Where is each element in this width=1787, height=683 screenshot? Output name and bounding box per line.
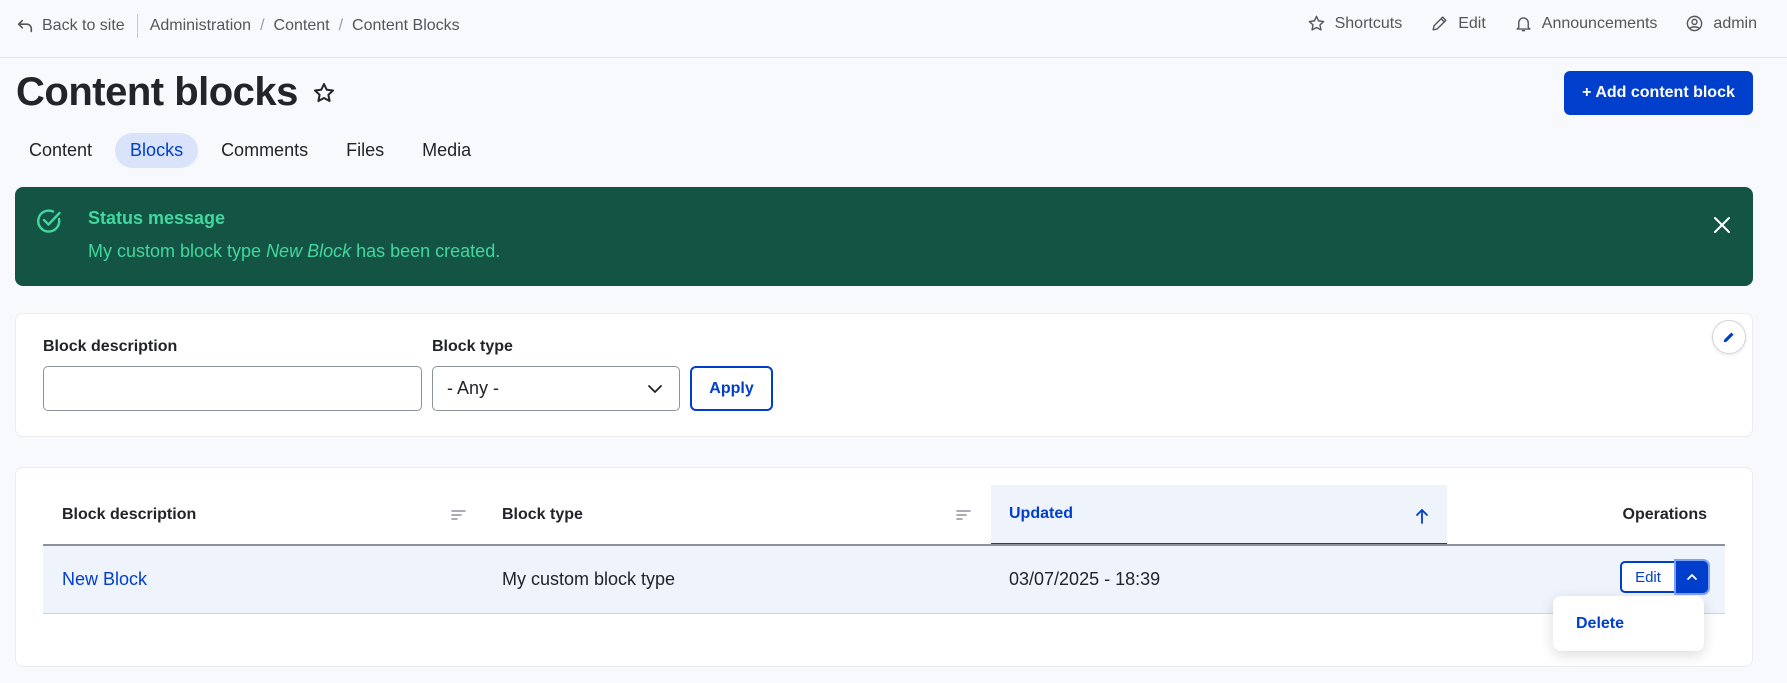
content-blocks-table: Block description Block type Updated Ope… — [15, 467, 1753, 667]
operations-dropbutton: Edit — [1620, 561, 1708, 593]
column-header-operations: Operations — [1616, 485, 1725, 544]
arrow-up-icon — [1416, 509, 1428, 524]
delete-menu-item[interactable]: Delete — [1576, 615, 1624, 633]
tab-blocks[interactable]: Blocks — [115, 133, 199, 168]
column-header-type[interactable]: Block type — [502, 485, 922, 544]
column-header-description-label: Block description — [62, 505, 197, 523]
user-circle-icon — [1687, 15, 1703, 32]
tab-content[interactable]: Content — [14, 133, 107, 168]
pencil-icon — [1723, 332, 1734, 343]
toolbar-actions: Shortcuts Edit Announcements admin — [1307, 14, 1757, 33]
column-header-updated-label: Updated — [1009, 505, 1073, 522]
operations-dropdown: Delete — [1553, 596, 1704, 651]
check-circle-icon — [37, 209, 61, 233]
status-text-emphasis: New Block — [266, 241, 352, 261]
apply-button[interactable]: Apply — [690, 366, 773, 411]
breadcrumb-content-blocks: Content Blocks — [352, 17, 460, 34]
column-header-type-label: Block type — [502, 505, 583, 523]
filter-form: Block description Block type - Any - App… — [15, 313, 1753, 437]
shortcuts-label: Shortcuts — [1334, 14, 1403, 32]
page-title: Content blocks — [16, 70, 336, 115]
user-menu-button[interactable]: admin — [1685, 14, 1757, 33]
status-message: Status message My custom block type New … — [15, 187, 1753, 286]
edit-label: Edit — [1458, 14, 1486, 32]
operations-toggle-button[interactable] — [1676, 561, 1708, 593]
announcements-label: Announcements — [1541, 14, 1658, 32]
tab-files[interactable]: Files — [331, 133, 399, 168]
block-description-label: Block description — [43, 338, 178, 355]
edit-mode-button[interactable]: Edit — [1430, 14, 1486, 33]
announcements-button[interactable]: Announcements — [1514, 14, 1658, 33]
tab-media[interactable]: Media — [407, 133, 486, 168]
block-description-input[interactable] — [43, 366, 422, 411]
page-title-text: Content blocks — [16, 70, 298, 114]
status-text-after: has been created. — [351, 241, 501, 261]
chevron-down-icon — [648, 385, 662, 393]
tab-comments[interactable]: Comments — [206, 133, 323, 168]
status-title: Status message — [88, 208, 226, 228]
breadcrumb-bar: Back to site Administration / Content / … — [16, 14, 460, 38]
breadcrumb-content[interactable]: Content — [274, 17, 330, 35]
row-description-link[interactable]: New Block — [62, 569, 147, 590]
breadcrumb-separator: / — [260, 17, 265, 34]
sort-lines-icon — [451, 510, 466, 520]
status-text-before: My custom block type — [88, 241, 267, 261]
breadcrumb-separator: / — [338, 17, 344, 34]
pencil-icon — [1432, 16, 1447, 31]
status-text: My custom block type New Block has been … — [88, 241, 500, 262]
table-row: New Block My custom block type 03/07/202… — [43, 546, 1725, 614]
chevron-up-icon — [1687, 574, 1697, 580]
star-icon — [1308, 15, 1324, 31]
block-type-label: Block type — [432, 338, 513, 355]
column-header-updated[interactable]: Updated — [991, 485, 1447, 546]
row-updated: 03/07/2025 - 18:39 — [1009, 569, 1161, 589]
shortcuts-button[interactable]: Shortcuts — [1307, 14, 1403, 33]
block-type-select[interactable]: - Any - — [432, 366, 680, 411]
add-content-block-button[interactable]: + Add content block — [1564, 71, 1753, 115]
star-icon[interactable] — [312, 81, 336, 105]
back-to-site-label: Back to site — [42, 17, 125, 34]
back-to-site-link[interactable]: Back to site — [16, 14, 138, 38]
primary-tabs: Content Blocks Comments Files Media — [14, 133, 486, 168]
block-type-selected: - Any - — [447, 378, 500, 398]
bell-icon — [1516, 17, 1531, 32]
sort-lines-icon — [956, 510, 971, 520]
close-icon[interactable] — [1713, 216, 1731, 234]
column-header-description[interactable]: Block description — [62, 485, 482, 544]
breadcrumb-administration[interactable]: Administration — [150, 17, 251, 35]
column-header-operations-label: Operations — [1622, 505, 1707, 523]
edit-view-button[interactable] — [1712, 320, 1746, 354]
back-arrow-icon — [17, 19, 33, 33]
row-block-type: My custom block type — [502, 569, 676, 589]
row-edit-button[interactable]: Edit — [1620, 561, 1676, 593]
user-label: admin — [1713, 14, 1757, 32]
toolbar: Back to site Administration / Content / … — [0, 0, 1787, 58]
